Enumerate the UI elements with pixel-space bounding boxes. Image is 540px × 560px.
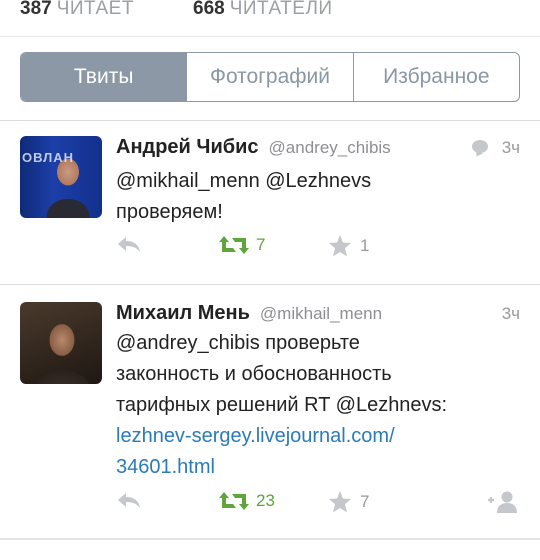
retweet-button[interactable]: 7 bbox=[218, 234, 265, 256]
tweet-link[interactable]: 34601.html bbox=[116, 452, 516, 483]
following-label: ЧИТАЕТ bbox=[56, 0, 134, 19]
tweet-time: 3ч bbox=[501, 138, 520, 157]
author-handle: @andrey_chibis bbox=[268, 138, 391, 157]
following-count: 387 bbox=[20, 0, 52, 19]
favorite-button[interactable]: 1 bbox=[328, 234, 369, 258]
follow-button[interactable] bbox=[486, 490, 520, 514]
profile-stats: 387 ЧИТАЕТ 668 ЧИТАТЕЛИ bbox=[0, 0, 540, 30]
tweet-text: @mikhail_menn @Lezhnevs проверяем! bbox=[116, 166, 516, 228]
tweet-actions: 23 7 bbox=[0, 490, 540, 520]
star-icon bbox=[329, 235, 351, 257]
avatar[interactable] bbox=[20, 302, 102, 384]
tab-favorites[interactable]: Избранное bbox=[352, 53, 519, 101]
favorite-count: 1 bbox=[360, 236, 370, 255]
retweet-count: 7 bbox=[256, 235, 266, 254]
favorite-count: 7 bbox=[360, 492, 370, 511]
followers-count: 668 bbox=[193, 0, 225, 19]
avatar-banner-text: ОВЛАН bbox=[22, 150, 75, 165]
tweet-text: @andrey_chibis проверьте законность и об… bbox=[116, 328, 516, 483]
tweet-time: 3ч bbox=[501, 304, 520, 323]
author-name: Андрей Чибис bbox=[116, 136, 259, 158]
tab-tweets[interactable]: Твиты bbox=[21, 53, 187, 101]
retweet-count: 23 bbox=[256, 491, 275, 510]
followers-stat[interactable]: 668 ЧИТАТЕЛИ bbox=[193, 0, 333, 20]
retweet-icon bbox=[219, 236, 249, 254]
avatar[interactable]: ОВЛАН bbox=[20, 136, 102, 218]
tweet-text-line: @andrey_chibis проверьте bbox=[116, 332, 360, 354]
tweet-author-name[interactable]: Михаил Мень @mikhail_menn bbox=[116, 302, 382, 325]
tweet-item[interactable]: ОВЛАН Андрей Чибис @andrey_chibis 3ч @mik… bbox=[0, 120, 540, 284]
tweet-text-line: законность и обоснованность bbox=[116, 363, 392, 385]
profile-tabs: Твиты Фотографий Избранное bbox=[20, 52, 520, 102]
reply-icon bbox=[118, 493, 140, 508]
followers-label: ЧИТАТЕЛИ bbox=[229, 0, 333, 19]
reply-button[interactable] bbox=[116, 490, 142, 510]
retweet-button[interactable]: 23 bbox=[218, 490, 275, 512]
tweet-text-line: проверяем! bbox=[116, 201, 223, 223]
tweet-link[interactable]: lezhnev-sergey.livejournal.com/ bbox=[116, 421, 516, 452]
stats-divider bbox=[0, 36, 540, 37]
tab-photos[interactable]: Фотографий bbox=[186, 53, 352, 101]
tweet-actions: 7 1 bbox=[0, 234, 540, 264]
add-user-icon bbox=[488, 491, 517, 513]
conversation-icon bbox=[472, 140, 488, 153]
author-name: Михаил Мень bbox=[116, 302, 250, 324]
reply-icon bbox=[118, 237, 140, 252]
tweet-text-line: тарифных решений RT @Lezhnevs: bbox=[116, 394, 448, 416]
retweet-icon bbox=[219, 492, 249, 510]
following-stat[interactable]: 387 ЧИТАЕТ bbox=[20, 0, 134, 20]
favorite-button[interactable]: 7 bbox=[328, 490, 369, 514]
tweet-author-name[interactable]: Андрей Чибис @andrey_chibis bbox=[116, 136, 391, 159]
star-icon bbox=[329, 491, 351, 513]
tweet-item[interactable]: Михаил Мень @mikhail_menn 3ч @andrey_chib… bbox=[0, 284, 540, 538]
divider bbox=[0, 538, 540, 540]
tweet-text-line: @mikhail_menn @Lezhnevs bbox=[116, 170, 372, 192]
reply-button[interactable] bbox=[116, 234, 142, 254]
author-handle: @mikhail_menn bbox=[259, 304, 383, 323]
